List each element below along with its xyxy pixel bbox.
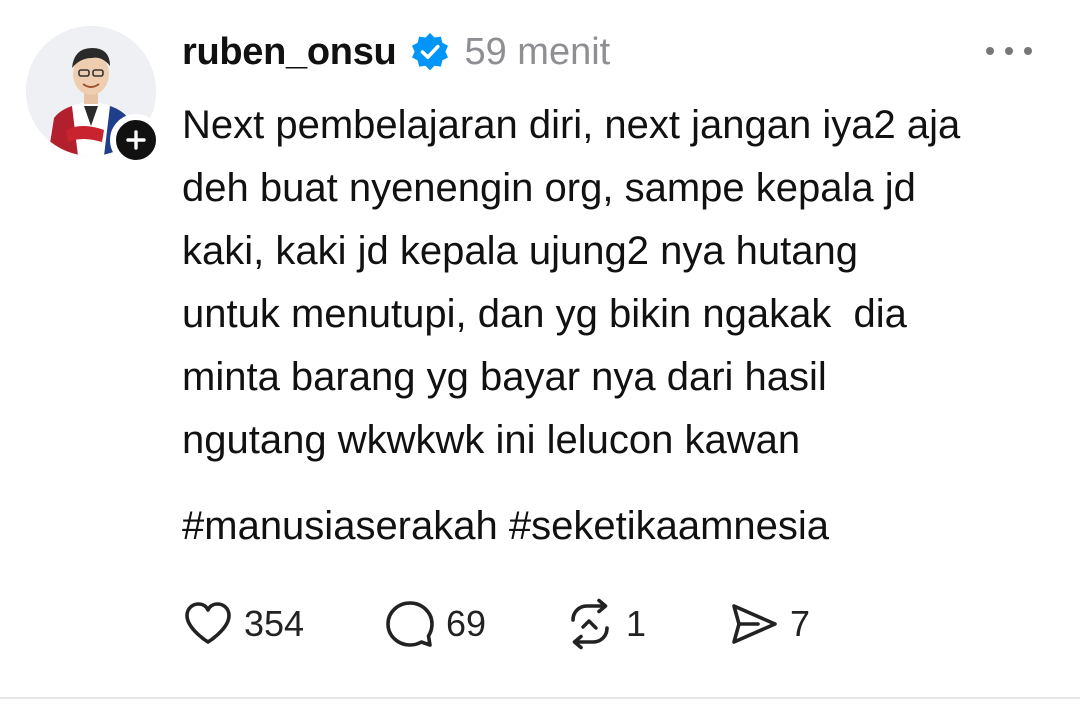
follow-button[interactable] (110, 114, 162, 166)
share-count: 7 (790, 603, 811, 644)
divider (0, 697, 1080, 699)
post-text: Next pembelajaran diri, next jangan iya2… (182, 103, 961, 462)
comment-button[interactable]: 69 (384, 598, 564, 650)
more-horizontal-icon (986, 47, 994, 55)
verified-badge-icon (408, 30, 452, 74)
thread-post: ruben_onsu 59 menit Next pembelajaran di… (0, 0, 1080, 719)
more-options-button[interactable] (986, 40, 1032, 62)
avatar-container[interactable] (26, 26, 162, 166)
plus-icon (126, 130, 146, 150)
post-header: ruben_onsu 59 menit (182, 22, 610, 82)
username[interactable]: ruben_onsu (182, 31, 397, 74)
heart-icon (185, 602, 231, 644)
send-icon (732, 604, 777, 644)
comment-bubble-icon (386, 601, 434, 647)
share-button[interactable]: 7 (728, 598, 838, 650)
post-actions: 354 69 1 7 (182, 592, 838, 656)
more-horizontal-icon (1024, 47, 1032, 55)
repost-icon (571, 598, 609, 650)
more-horizontal-icon (1005, 47, 1013, 55)
comment-count: 69 (446, 603, 487, 644)
repost-count: 1 (626, 603, 647, 644)
like-count: 354 (244, 603, 305, 644)
post-hashtags[interactable]: #manusiaserakah #seketikaamnesia (182, 496, 829, 556)
repost-button[interactable]: 1 (564, 598, 728, 650)
like-button[interactable]: 354 (182, 598, 384, 650)
post-timestamp: 59 menit (464, 30, 611, 73)
